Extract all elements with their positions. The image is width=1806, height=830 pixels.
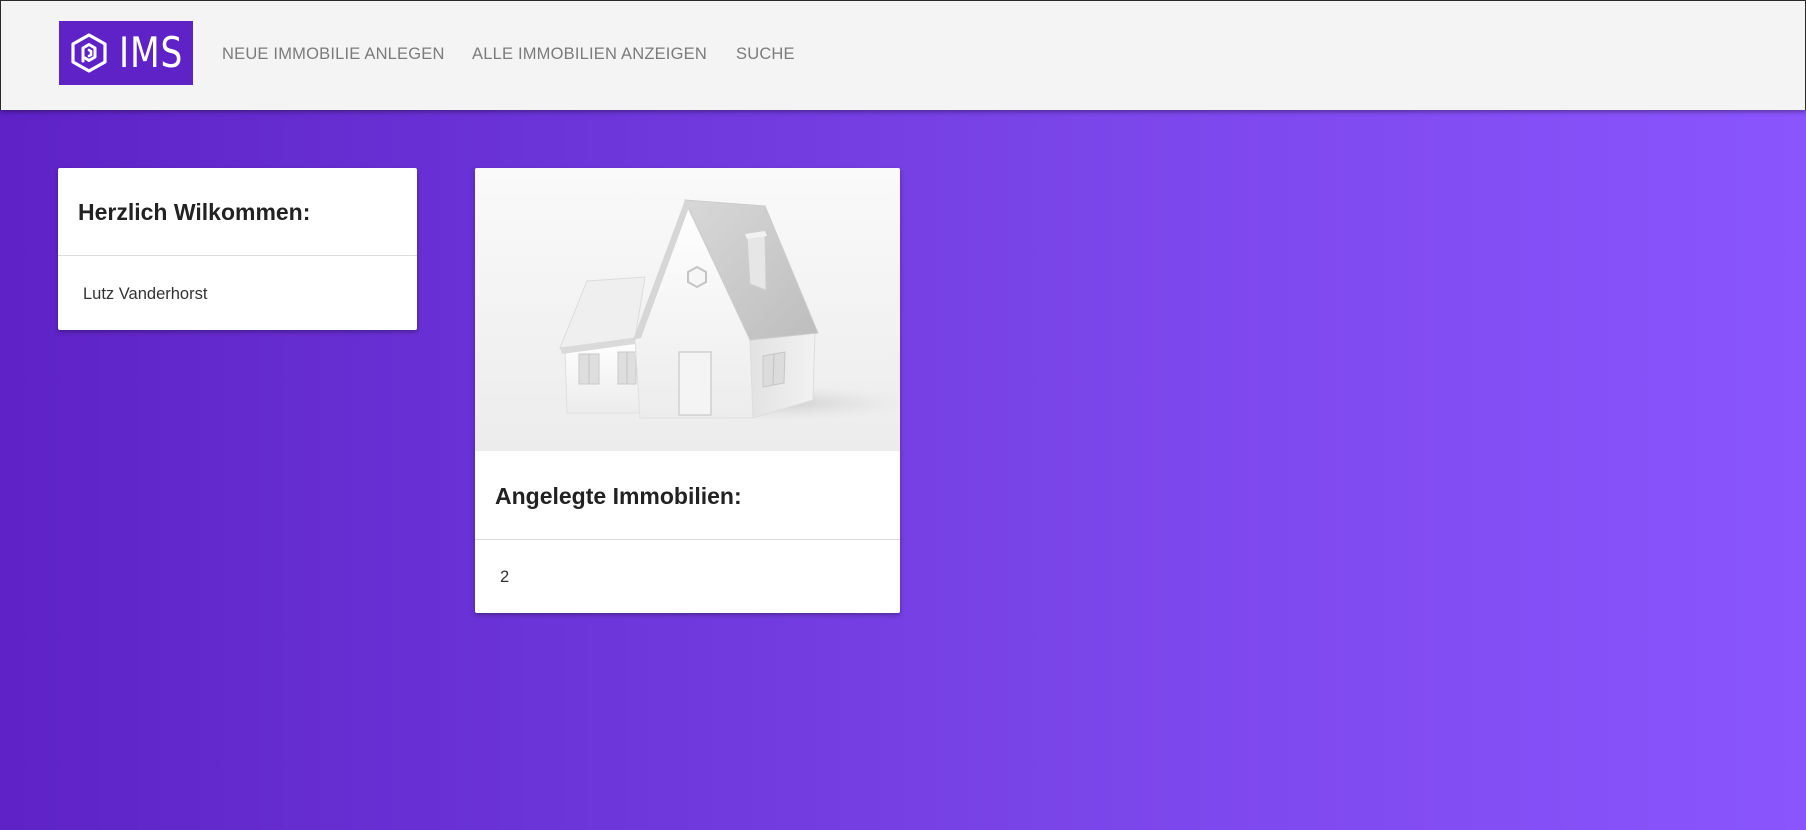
nav-search[interactable]: SUCHE xyxy=(736,45,795,64)
user-name: Lutz Vanderhorst xyxy=(83,285,208,303)
card-divider xyxy=(58,255,417,256)
property-count: 2 xyxy=(500,568,510,586)
top-navbar: IMS NEUE IMMOBILIE ANLEGEN ALLE IMMOBILI… xyxy=(0,0,1806,110)
house-image xyxy=(475,168,900,451)
logo-text: IMS xyxy=(119,28,184,77)
welcome-card: Herzlich Wilkommen: Lutz Vanderhorst xyxy=(58,168,417,330)
ims-logo[interactable]: IMS xyxy=(59,21,193,85)
properties-card: Angelegte Immobilien: 2 xyxy=(475,168,900,613)
nav-all-properties[interactable]: ALLE IMMOBILIEN ANZEIGEN xyxy=(472,45,707,64)
logo-icon xyxy=(71,33,107,73)
nav-new-property[interactable]: NEUE IMMOBILIE ANLEGEN xyxy=(222,45,445,64)
welcome-title: Herzlich Wilkommen: xyxy=(78,199,311,225)
properties-title: Angelegte Immobilien: xyxy=(495,483,742,509)
card-divider xyxy=(475,539,900,540)
house-icon xyxy=(559,199,900,421)
